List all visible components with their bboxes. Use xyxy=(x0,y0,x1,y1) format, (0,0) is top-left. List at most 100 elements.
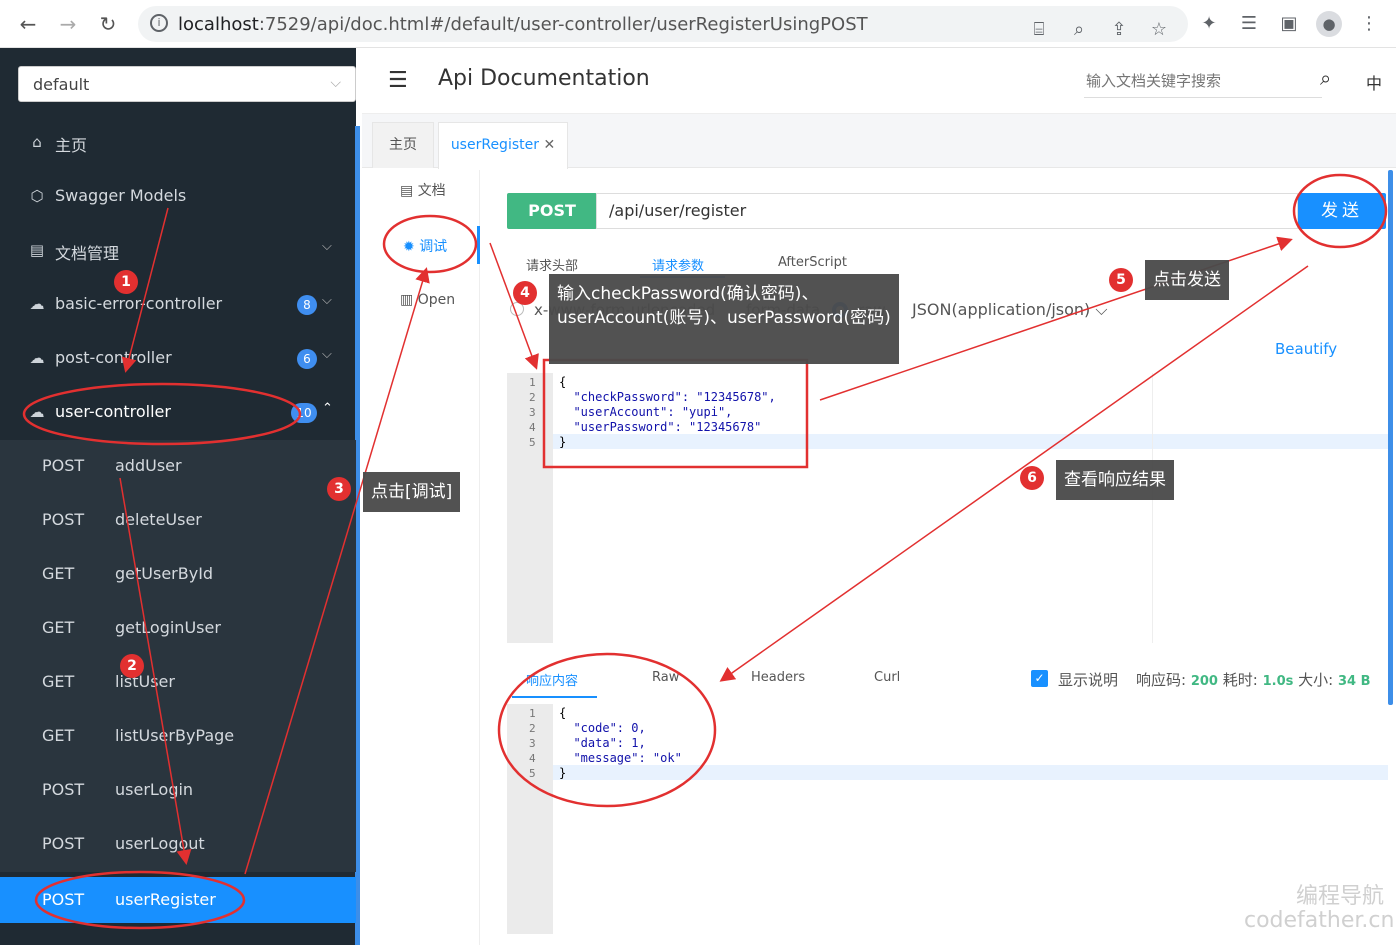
sidebar-item-swagger-models[interactable]: ⬡ Swagger Models xyxy=(0,170,356,224)
tab-response-raw[interactable]: Raw xyxy=(652,670,679,685)
callout-click-debug: 点击[调试] xyxy=(363,472,461,512)
forward-icon[interactable]: → xyxy=(56,12,80,36)
reading-list-icon[interactable]: ☰ xyxy=(1238,13,1260,35)
sidebar-item-home[interactable]: ⌂ 主页 xyxy=(0,116,356,170)
step-number-3: 3 xyxy=(327,477,351,501)
sidebar-item-label: 文档管理 xyxy=(55,244,120,263)
share-icon[interactable]: ⇪ xyxy=(1108,19,1130,41)
side-panel-icon[interactable]: ▣ xyxy=(1278,13,1300,35)
close-icon[interactable]: ✕ xyxy=(543,137,555,153)
callout-line: userAccount(账号)、userPassword(密码) xyxy=(557,308,891,328)
api-item-deleteuser[interactable]: POST deleteUser xyxy=(0,494,356,548)
line-number: 5 xyxy=(529,767,536,780)
chevron-down-icon: ⌵ xyxy=(322,293,332,308)
step-number-4: 4 xyxy=(513,281,537,305)
api-item-getloginuser[interactable]: GET getLoginUser xyxy=(0,602,356,656)
watermark-url: codefather.cn xyxy=(1244,908,1395,933)
api-item-userlogout[interactable]: POST userLogout xyxy=(0,818,356,872)
search-input[interactable] xyxy=(1084,66,1322,98)
sidebar-item-post-controller[interactable]: ☁ post-controller 6 ⌵ xyxy=(0,332,356,386)
content-scrollbar[interactable] xyxy=(1388,170,1393,705)
main-header: ☰ Api Documentation ⌕ 中 xyxy=(362,48,1396,114)
home-icon: ⌂ xyxy=(32,133,42,151)
cloud-icon: ☁ xyxy=(29,349,45,367)
tab-label: 主页 xyxy=(389,137,417,153)
tab-afterscript[interactable]: AfterScript xyxy=(778,255,847,270)
subnav-doc[interactable]: ▤ 文档 xyxy=(400,180,446,200)
extensions-icon[interactable]: ✦ xyxy=(1198,13,1220,35)
tab-request-params[interactable]: 请求参数 xyxy=(652,255,704,274)
callout-line: 输入checkPassword(确认密码)、 xyxy=(557,284,819,304)
info-icon[interactable]: i xyxy=(150,14,168,32)
chevron-down-icon: ⌵ xyxy=(322,239,332,254)
count-badge: 8 xyxy=(297,295,317,315)
api-item-adduser[interactable]: POST addUser xyxy=(0,440,356,494)
subnav-debug[interactable]: ✹ 调试 xyxy=(403,236,447,256)
subnav-open[interactable]: ▥ Open xyxy=(400,292,455,308)
zoom-icon[interactable]: ⌕ xyxy=(1068,19,1090,41)
back-icon[interactable]: ← xyxy=(16,12,40,36)
tab-response-curl[interactable]: Curl xyxy=(874,670,900,685)
content-type-select[interactable]: JSON(application/json) ⌵ xyxy=(912,300,1108,320)
code-line: "userPassword": "12345678" xyxy=(559,420,762,434)
api-method: GET xyxy=(42,672,75,691)
chevron-down-icon: ⌵ xyxy=(1095,300,1108,319)
open-doc-icon: ▥ xyxy=(400,292,414,308)
address-bar[interactable]: i localhost:7529/api/doc.html#/default/u… xyxy=(138,6,1188,42)
show-desc-label: 显示说明 xyxy=(1058,671,1119,689)
sidebar-item-basic-error-controller[interactable]: ☁ basic-error-controller 8 ⌵ xyxy=(0,278,356,332)
content-divider xyxy=(479,170,480,945)
tab-request-headers[interactable]: 请求头部 xyxy=(526,255,578,274)
api-item-listuserbypage[interactable]: GET listUserByPage xyxy=(0,710,356,764)
line-number: 3 xyxy=(529,406,536,419)
api-method: POST xyxy=(42,890,85,909)
response-body-viewer[interactable]: 1 2 3 4 5 { "code": 0, "data": 1, "messa… xyxy=(507,704,1388,934)
step-number-1: 1 xyxy=(114,270,138,294)
api-item-getuserbyid[interactable]: GET getUserById xyxy=(0,548,356,602)
tab-response-content[interactable]: 响应内容 xyxy=(526,670,578,689)
code-line: "checkPassword": "12345678", xyxy=(559,390,776,404)
tab-label: userRegister xyxy=(450,137,539,153)
request-body-editor[interactable]: 1 2 3 4 5 { "checkPassword": "12345678",… xyxy=(507,373,1388,643)
api-item-listuser[interactable]: GET listUser xyxy=(0,656,356,710)
code-line: } xyxy=(559,435,567,449)
subnav-label: 文档 xyxy=(417,183,446,199)
tab-response-headers[interactable]: Headers xyxy=(751,670,805,685)
api-name: listUserByPage xyxy=(115,726,235,745)
api-method: GET xyxy=(42,726,75,745)
translate-icon[interactable]: ⌸ xyxy=(1028,19,1050,41)
language-switch[interactable]: 中 xyxy=(1366,70,1382,94)
path-input[interactable]: /api/user/register xyxy=(596,193,1298,229)
beautify-link[interactable]: Beautify xyxy=(1275,340,1337,358)
send-button[interactable]: 发送 xyxy=(1298,193,1386,229)
callout-click-send: 点击发送 xyxy=(1145,260,1229,300)
sidebar-item-label: Swagger Models xyxy=(55,186,187,205)
sidebar-item-doc-manage[interactable]: ▤ 文档管理 ⌵ xyxy=(0,224,356,278)
show-desc-checkbox[interactable]: ✓ xyxy=(1031,670,1048,687)
cube-icon: ⬡ xyxy=(30,187,44,205)
api-name: userLogout xyxy=(115,834,205,853)
group-select[interactable]: default ⌵ xyxy=(18,66,356,102)
url-text[interactable]: localhost:7529/api/doc.html#/default/use… xyxy=(178,14,868,35)
bookmark-star-icon[interactable]: ☆ xyxy=(1148,19,1170,41)
chevron-up-icon: ⌃ xyxy=(322,401,333,416)
tab-userregister[interactable]: userRegister ✕ xyxy=(438,122,568,169)
count-badge: 6 xyxy=(297,349,317,369)
tab-row: 主页 userRegister ✕ xyxy=(362,114,1396,169)
response-time: 1.0s xyxy=(1262,674,1294,689)
tab-home[interactable]: 主页 xyxy=(372,122,434,168)
status-code: 200 xyxy=(1190,674,1218,689)
code-line: "code": 0, xyxy=(559,721,646,735)
sidebar-item-user-controller[interactable]: ☁ user-controller 10 ⌃ xyxy=(0,386,356,440)
sidebar-item-label: post-controller xyxy=(55,348,172,367)
search-icon[interactable]: ⌕ xyxy=(1320,66,1331,90)
api-item-userregister[interactable]: POST userRegister xyxy=(0,877,356,923)
api-name: getLoginUser xyxy=(115,618,221,637)
api-item-userlogin[interactable]: POST userLogin xyxy=(0,764,356,818)
menu-dots-icon[interactable]: ⋮ xyxy=(1358,13,1380,35)
reload-icon[interactable]: ↻ xyxy=(96,12,120,36)
active-line-highlight xyxy=(553,434,1388,449)
profile-avatar[interactable]: ● xyxy=(1316,11,1342,37)
response-size: 34 B xyxy=(1338,674,1371,689)
menu-toggle-icon[interactable]: ☰ xyxy=(388,68,408,93)
